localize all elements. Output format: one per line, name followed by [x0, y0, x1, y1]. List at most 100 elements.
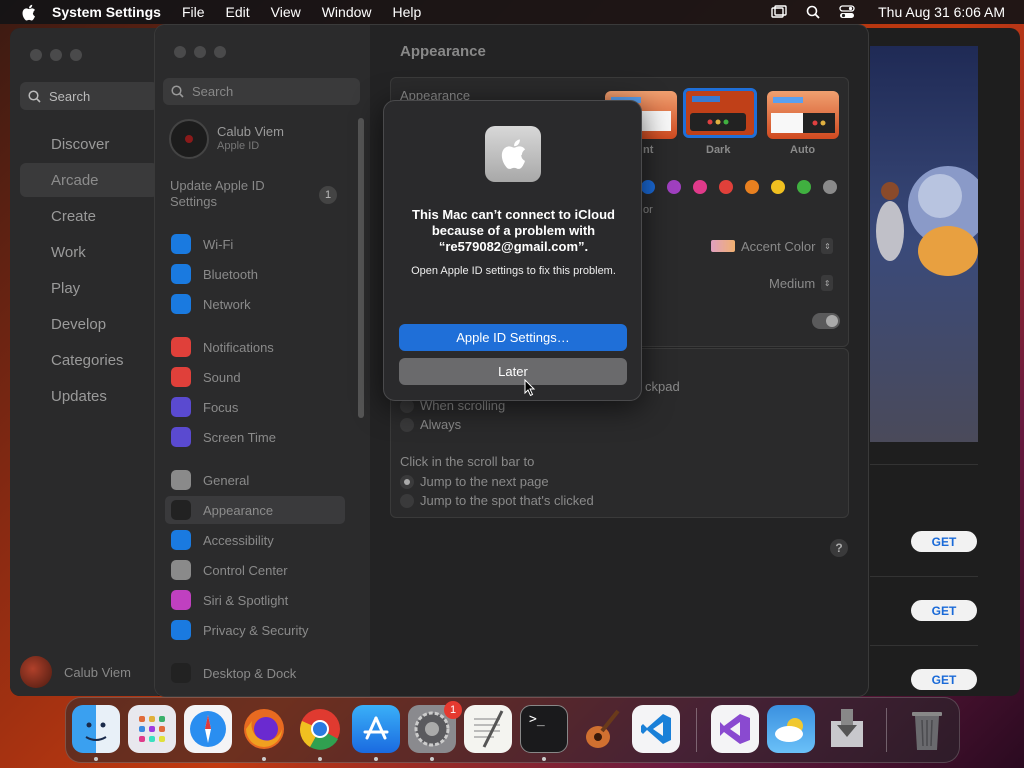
account-sub: Apple ID	[217, 140, 260, 152]
sidebar-item-siri-spotlight[interactable]: Siri & Spotlight	[165, 586, 345, 614]
sidebar-item-general[interactable]: General	[165, 466, 345, 494]
apple-logo-icon	[485, 126, 541, 182]
sidebar-item-notifications[interactable]: Notifications	[165, 333, 345, 361]
sidebar-item-appearance[interactable]: Appearance	[165, 496, 345, 524]
sidebar-item-accessibility[interactable]: Accessibility	[165, 526, 345, 554]
settings-search-input[interactable]: Search	[163, 78, 360, 105]
textedit-icon[interactable]	[464, 705, 512, 753]
close-window-button[interactable]	[30, 49, 42, 61]
settings-search-placeholder: Search	[192, 84, 234, 99]
notification-badge: 1	[444, 701, 462, 719]
sidebar-item-label: Appearance	[203, 502, 274, 518]
accent-swatch[interactable]	[771, 180, 785, 194]
apple-menu-icon[interactable]	[18, 2, 38, 22]
highlight-color-popup[interactable]: Accent Color ⇕	[711, 238, 834, 254]
sidebar-item-label: Bluetooth	[203, 266, 258, 282]
sidebar-item-label: Wi-Fi	[203, 236, 234, 252]
sidebar-item-focus[interactable]: Focus	[165, 393, 345, 421]
update-apple-id-settings[interactable]: Update Apple ID Settings	[170, 178, 300, 210]
trash-icon[interactable]	[903, 705, 951, 753]
safari-icon[interactable]	[184, 705, 232, 753]
store-nav-create[interactable]: Create	[20, 199, 158, 233]
sidebar-item-control-center[interactable]: Control Center	[165, 556, 345, 584]
finder-icon[interactable]	[72, 705, 120, 753]
edit-menu[interactable]: Edit	[226, 4, 250, 20]
accent-swatch[interactable]	[667, 180, 681, 194]
control-center-icon[interactable]	[838, 4, 856, 20]
sidebar-item-wi-fi[interactable]: Wi-Fi	[165, 230, 345, 258]
store-nav-develop[interactable]: Develop	[20, 307, 158, 341]
minimize-window-button[interactable]	[194, 46, 206, 58]
help-button[interactable]: ?	[830, 539, 848, 557]
search-icon[interactable]	[804, 4, 822, 20]
accent-swatch[interactable]	[641, 180, 655, 194]
visual-studio-icon[interactable]	[711, 705, 759, 753]
theme-dark-thumbnail[interactable]	[683, 88, 757, 138]
radio-spot-clicked[interactable]: Jump to the spot that's clicked	[400, 493, 594, 508]
get-button[interactable]: GET	[911, 600, 977, 621]
theme-light-label: nt	[643, 144, 654, 156]
sidebar-item-bluetooth[interactable]: Bluetooth	[165, 260, 345, 288]
radio-label: Jump to the spot that's clicked	[420, 493, 594, 508]
system-settings-icon[interactable]: 1	[408, 701, 462, 753]
sidebar-icon-size-popup[interactable]: Medium ⇕	[769, 275, 834, 291]
get-button[interactable]: GET	[911, 531, 977, 552]
window-menu[interactable]: Window	[322, 4, 372, 20]
view-menu[interactable]: View	[271, 4, 301, 20]
sidebar-item-label: Control Center	[203, 562, 288, 578]
store-search-input[interactable]: Search	[20, 82, 158, 110]
store-account[interactable]: Calub Viem	[20, 656, 131, 688]
sidebar-item-label: Notifications	[203, 339, 274, 355]
arcade-hero-image[interactable]	[870, 46, 978, 442]
file-menu[interactable]: File	[182, 4, 205, 20]
get-button[interactable]: GET	[911, 669, 977, 690]
terminal-icon[interactable]: >_	[520, 705, 568, 753]
app-store-icon[interactable]	[352, 705, 400, 753]
sidebar-item-sound[interactable]: Sound	[165, 363, 345, 391]
avatar	[20, 656, 52, 688]
sidebar-item-screen-time[interactable]: Screen Time	[165, 423, 345, 451]
radio-next-page[interactable]: Jump to the next page	[400, 474, 549, 489]
theme-auto-thumbnail[interactable]	[767, 91, 839, 139]
launchpad-icon[interactable]	[128, 705, 176, 753]
radio-label: Always	[420, 417, 462, 432]
garageband-icon[interactable]	[576, 705, 624, 753]
sidebar-item-label: General	[203, 472, 250, 488]
sidebar-item-privacy-security[interactable]: Privacy & Security	[165, 616, 345, 644]
accent-swatch[interactable]	[797, 180, 811, 194]
radio-always[interactable]: Always	[400, 417, 461, 432]
clock[interactable]: Thu Aug 31 6:06 AM	[878, 4, 1005, 20]
zoom-window-button[interactable]	[70, 49, 82, 61]
screen-mirroring-icon[interactable]	[770, 4, 788, 20]
store-nav-arcade[interactable]: Arcade	[20, 163, 158, 197]
installer-icon[interactable]	[823, 705, 871, 753]
sidebar-item-network[interactable]: Network	[165, 290, 345, 318]
accent-swatch[interactable]	[719, 180, 733, 194]
help-menu[interactable]: Help	[393, 4, 422, 20]
dock: 1 >_	[65, 697, 960, 763]
popup-arrows-icon: ⇕	[821, 275, 834, 291]
later-button[interactable]: Later	[399, 358, 627, 385]
sidebar-scrollbar[interactable]	[358, 118, 364, 418]
weather-icon[interactable]	[767, 705, 815, 753]
firefox-icon[interactable]	[240, 705, 288, 753]
store-nav-updates[interactable]: Updates	[20, 379, 158, 413]
chrome-icon[interactable]	[296, 705, 344, 753]
accent-swatch[interactable]	[745, 180, 759, 194]
store-nav-discover[interactable]: Discover	[20, 127, 158, 161]
apple-id-settings-button[interactable]: Apple ID Settings…	[399, 324, 627, 351]
store-nav-work[interactable]: Work	[20, 235, 158, 269]
sidebar-item-desktop-dock[interactable]: Desktop & Dock	[165, 659, 345, 687]
store-nav-play[interactable]: Play	[20, 271, 158, 305]
app-menu[interactable]: System Settings	[52, 4, 161, 20]
accent-swatch[interactable]	[693, 180, 707, 194]
vscode-icon[interactable]	[632, 705, 680, 753]
wallpaper-tinting-toggle[interactable]	[812, 313, 840, 329]
zoom-window-button[interactable]	[214, 46, 226, 58]
apple-id-account[interactable]: Calub Viem Apple ID	[169, 119, 284, 159]
minimize-window-button[interactable]	[50, 49, 62, 61]
sidebar-item-label: Network	[203, 296, 251, 312]
close-window-button[interactable]	[174, 46, 186, 58]
store-nav-categories[interactable]: Categories	[20, 343, 158, 377]
accent-swatch[interactable]	[823, 180, 837, 194]
